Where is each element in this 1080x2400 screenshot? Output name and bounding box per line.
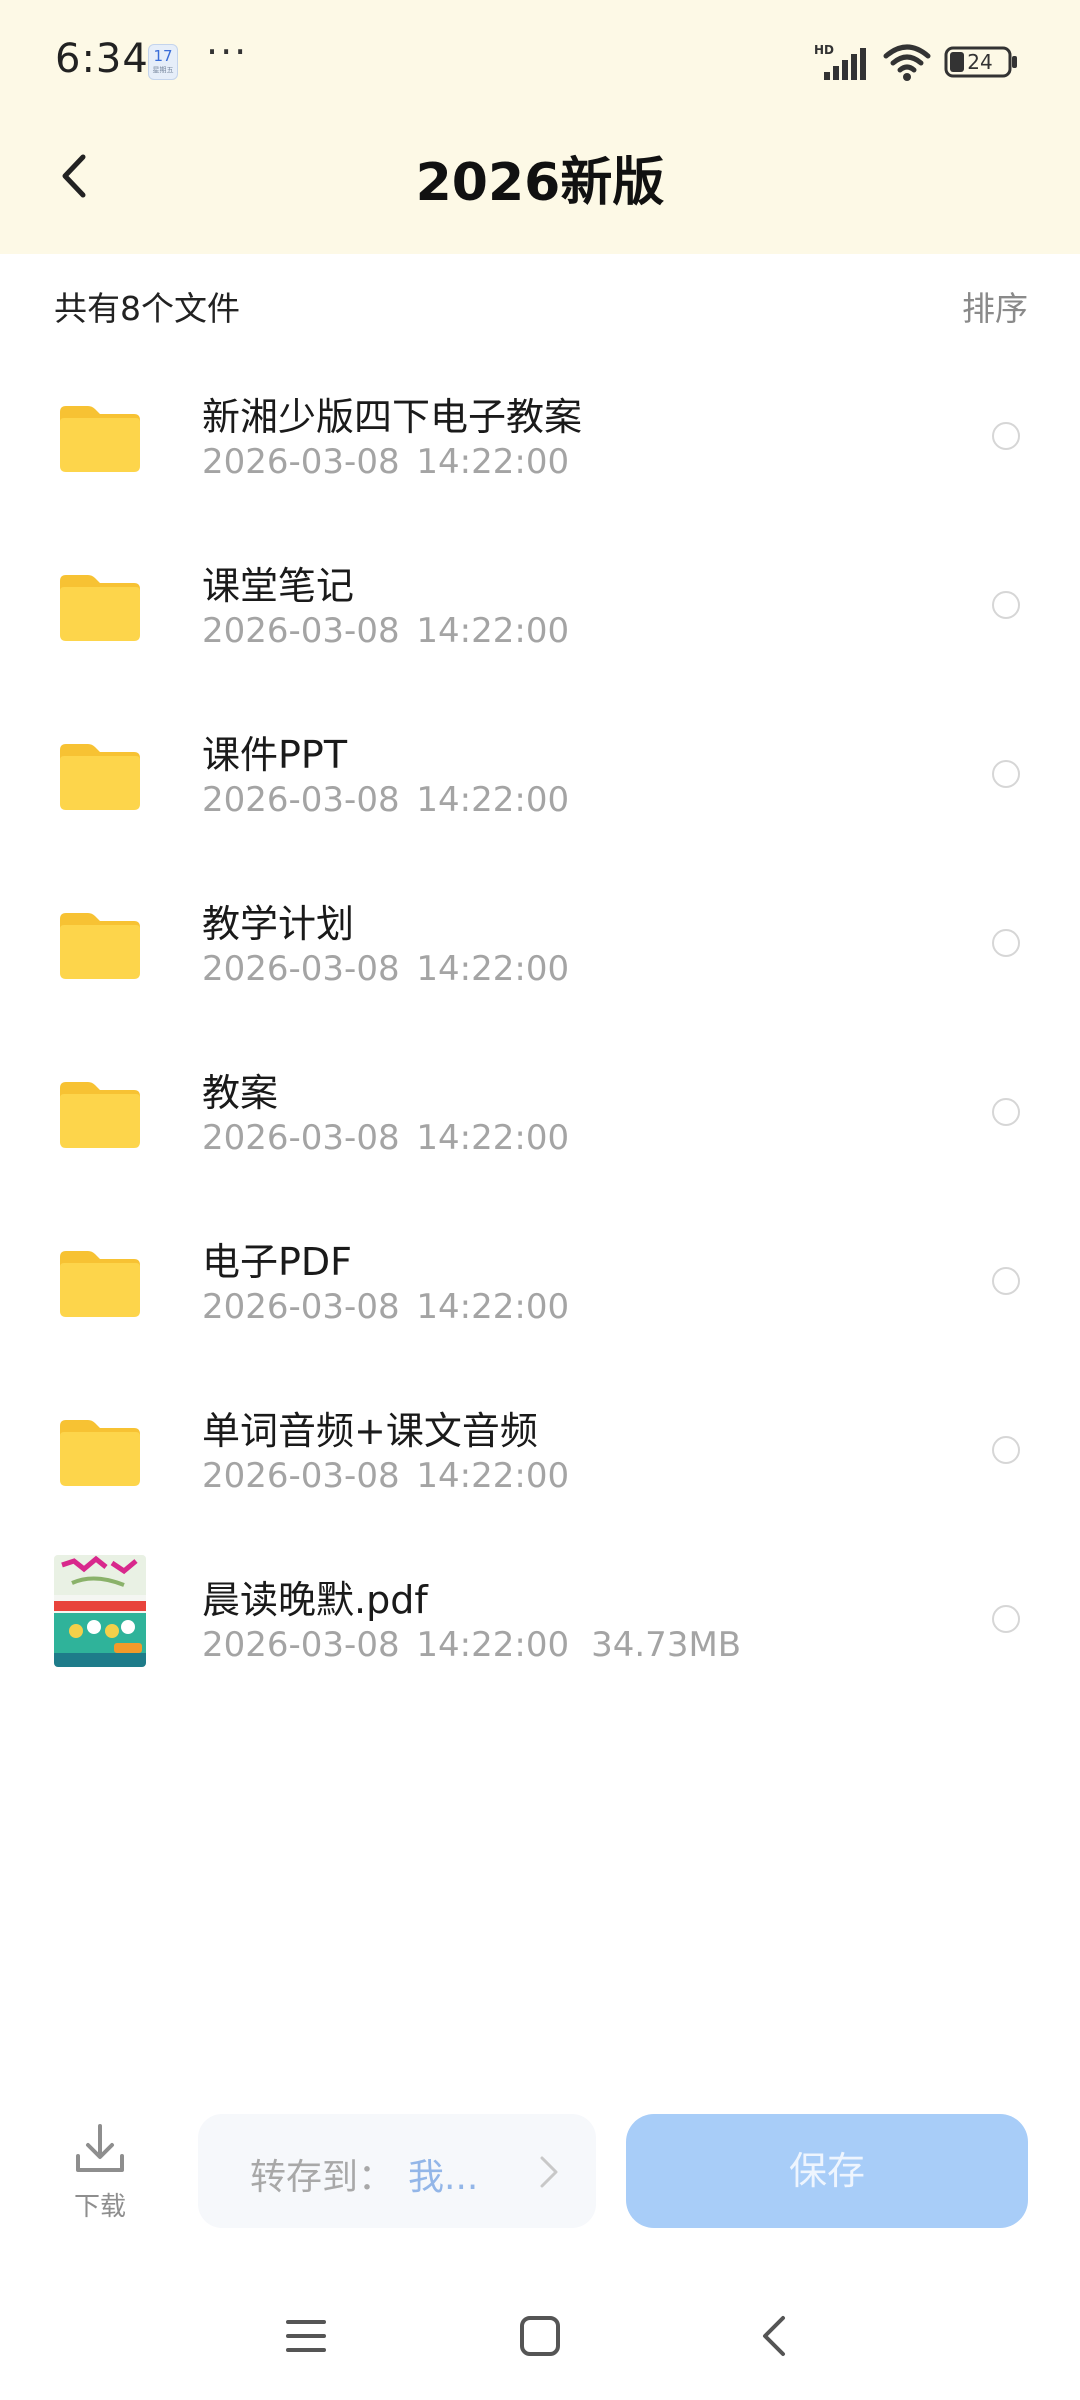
status-time: 6:34 [55, 36, 149, 82]
menu-icon [286, 2320, 326, 2352]
file-date: 2026-03-08 [202, 442, 400, 482]
file-meta: 2026-03-08 14:22:00 [202, 1287, 569, 1327]
system-nav-bar [0, 2276, 1080, 2400]
download-icon [76, 2124, 124, 2172]
back-chevron-icon [763, 2316, 785, 2356]
select-radio[interactable] [992, 591, 1020, 619]
status-icons: HD 24 [814, 40, 1020, 84]
list-item[interactable]: 单词音频+课文音频 2026-03-08 14:22:00 [0, 1370, 1080, 1539]
calendar-sub: 星期五 [152, 66, 174, 74]
status-bar: 6:34 17 星期五 ··· HD 24 [0, 0, 1080, 124]
file-meta: 2026-03-08 14:22:00 [202, 1456, 569, 1496]
nav-home-button[interactable] [510, 2306, 570, 2366]
save-button[interactable]: 保存 [626, 2114, 1028, 2228]
download-label: 下载 [73, 2192, 126, 2222]
file-name: 新湘少版四下电子教案 [202, 395, 583, 439]
list-item[interactable]: 课堂笔记 2026-03-08 14:22:00 [0, 525, 1080, 694]
title-bar: 2026新版 [0, 124, 1080, 224]
network-label: HD [814, 43, 834, 57]
file-time: 14:22:00 [416, 1287, 570, 1327]
list-item[interactable]: 课件PPT 2026-03-08 14:22:00 [0, 694, 1080, 863]
file-date: 2026-03-08 [202, 949, 400, 989]
file-name: 课件PPT [202, 733, 348, 777]
file-date: 2026-03-08 [202, 1287, 400, 1327]
folder-icon [60, 1251, 140, 1317]
list-item[interactable]: 晨读晚默.pdf 2026-03-08 14:22:00 34.73MB [0, 1539, 1080, 1708]
select-radio[interactable] [992, 929, 1020, 957]
file-meta: 2026-03-08 14:22:00 [202, 1118, 569, 1158]
select-radio[interactable] [992, 1436, 1020, 1464]
action-bar: 下载 转存到： 我... 保存 [0, 2100, 1080, 2230]
list-item[interactable]: 教案 2026-03-08 14:22:00 [0, 1032, 1080, 1201]
summary-row: 共有8个文件 排序 [0, 254, 1080, 354]
file-name: 教学计划 [202, 902, 355, 946]
home-square-icon [520, 2316, 560, 2356]
save-to-label: 转存到： [250, 2157, 395, 2198]
folder-icon [60, 913, 140, 979]
nav-menu-button[interactable] [276, 2306, 336, 2366]
folder-icon [60, 1420, 140, 1486]
file-date: 2026-03-08 [202, 1456, 400, 1496]
file-date: 2026-03-08 [202, 611, 400, 651]
file-meta: 2026-03-08 14:22:00 [202, 442, 569, 482]
select-radio[interactable] [992, 422, 1020, 450]
folder-icon [60, 1082, 140, 1148]
calendar-day: 17 [153, 47, 173, 65]
file-date: 2026-03-08 [202, 1625, 400, 1665]
file-name: 晨读晚默.pdf [202, 1578, 428, 1622]
file-name: 课堂笔记 [202, 564, 355, 608]
select-radio[interactable] [992, 760, 1020, 788]
file-meta: 2026-03-08 14:22:00 [202, 611, 569, 651]
folder-icon [60, 575, 140, 641]
file-size: 34.73MB [591, 1625, 742, 1665]
battery-level: 24 [967, 50, 992, 74]
file-date: 2026-03-08 [202, 780, 400, 820]
file-time: 14:22:00 [416, 1456, 570, 1496]
list-item[interactable]: 教学计划 2026-03-08 14:22:00 [0, 863, 1080, 1032]
calendar-badge-icon: 17 星期五 [148, 44, 178, 80]
save-to-selector[interactable]: 转存到： 我... [198, 2114, 596, 2228]
list-item[interactable]: 电子PDF 2026-03-08 14:22:00 [0, 1201, 1080, 1370]
file-time: 14:22:00 [416, 1118, 570, 1158]
file-time: 14:22:00 [416, 1625, 570, 1665]
signal-icon: HD [814, 43, 866, 80]
file-time: 14:22:00 [416, 949, 570, 989]
select-radio[interactable] [992, 1267, 1020, 1295]
file-count-label: 共有8个文件 [54, 289, 240, 328]
sort-button[interactable]: 排序 [962, 282, 1028, 330]
file-time: 14:22:00 [416, 611, 570, 651]
pdf-thumbnail [54, 1555, 146, 1667]
chevron-right-icon [540, 2156, 558, 2188]
folder-icon [60, 744, 140, 810]
folder-icon [60, 406, 140, 472]
file-meta: 2026-03-08 14:22:00 [202, 780, 569, 820]
file-date: 2026-03-08 [202, 1118, 400, 1158]
file-meta: 2026-03-08 14:22:00 [202, 949, 569, 989]
select-radio[interactable] [992, 1605, 1020, 1633]
battery-icon: 24 [944, 46, 1017, 78]
top-area: 6:34 17 星期五 ··· HD 24 2026新版 [0, 0, 1080, 254]
file-name: 单词音频+课文音频 [202, 1409, 538, 1453]
file-name: 电子PDF [202, 1240, 353, 1284]
wifi-icon [883, 44, 931, 81]
list-item[interactable]: 新湘少版四下电子教案 2026-03-08 14:22:00 [0, 356, 1080, 525]
more-notifications-icon: ··· [206, 30, 249, 74]
save-to-value: 我... [408, 2157, 479, 2198]
nav-back-button[interactable] [744, 2306, 804, 2366]
file-time: 14:22:00 [416, 442, 570, 482]
file-list: 新湘少版四下电子教案 2026-03-08 14:22:00 课堂笔记 2026… [0, 356, 1080, 1708]
file-meta: 2026-03-08 14:22:00 34.73MB [202, 1625, 741, 1665]
file-time: 14:22:00 [416, 780, 570, 820]
select-radio[interactable] [992, 1098, 1020, 1126]
download-button[interactable]: 下载 [60, 2122, 140, 2222]
page-title: 2026新版 [415, 153, 665, 213]
file-name: 教案 [202, 1071, 279, 1115]
